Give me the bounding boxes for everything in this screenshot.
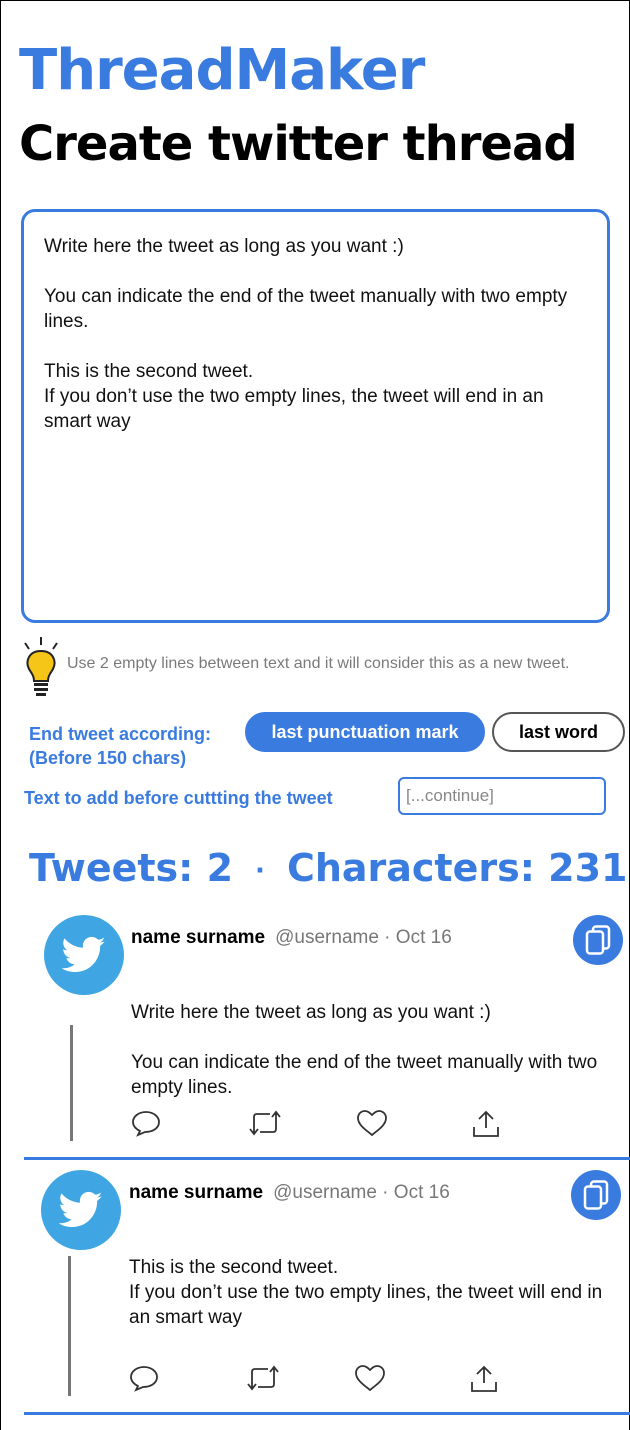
- tweet-count: Tweets: 2: [29, 846, 234, 890]
- tweet-meta: name surname @username · Oct 16: [129, 1182, 450, 1204]
- avatar: [44, 915, 124, 995]
- copy-button[interactable]: [573, 915, 623, 965]
- share-icon[interactable]: [469, 1364, 499, 1399]
- comment-icon[interactable]: [129, 1364, 159, 1397]
- tweet-editor[interactable]: Write here the tweet as long as you want…: [21, 209, 610, 623]
- app-title: ThreadMaker: [19, 38, 425, 103]
- hint: Use 2 empty lines between text and it wi…: [21, 637, 621, 697]
- tweet-meta: name surname @username · Oct 16: [131, 927, 452, 949]
- thread-line: [68, 1256, 71, 1396]
- tweet-handle: @username · Oct 16: [275, 927, 452, 948]
- copy-button[interactable]: [571, 1170, 621, 1220]
- avatar: [41, 1170, 121, 1250]
- end-tweet-label-line2: (Before 150 chars): [29, 748, 187, 768]
- prefix-input[interactable]: [398, 777, 606, 815]
- prefix-label: Text to add before cuttting the tweet: [24, 788, 333, 808]
- stats: Tweets: 2 · Characters: 231: [29, 844, 627, 895]
- thread-line: [70, 1025, 73, 1141]
- tweet-card: name surname @username · Oct 16 Write her…: [1, 915, 630, 1165]
- hint-text: Use 2 empty lines between text and it wi…: [67, 655, 570, 672]
- comment-icon[interactable]: [131, 1109, 161, 1142]
- end-tweet-label: End tweet according: (Before 150 chars): [29, 722, 244, 770]
- copy-icon: [585, 925, 611, 955]
- tweet-author-name: name surname: [129, 1182, 264, 1203]
- end-tweet-label-line1: End tweet according:: [29, 724, 212, 744]
- tweet-card: name surname @username · Oct 16 This is t…: [1, 1170, 630, 1425]
- option-last-word[interactable]: last word: [492, 712, 625, 752]
- heart-icon[interactable]: [356, 1109, 388, 1142]
- tweet-actions: [129, 1364, 529, 1394]
- character-count: Characters: 231: [286, 846, 628, 890]
- tweet-text: This is the second tweet. If you don’t u…: [129, 1257, 603, 1328]
- tweet-actions: [131, 1109, 531, 1139]
- lightbulb-icon: [21, 637, 61, 697]
- page: { "app": { "title": "ThreadMaker" }, "pa…: [0, 0, 630, 1430]
- retweet-icon[interactable]: [248, 1109, 282, 1142]
- tweet-handle: @username · Oct 16: [273, 1182, 450, 1203]
- tweet-divider: [24, 1157, 630, 1160]
- stats-separator: ·: [255, 855, 265, 886]
- tweet-author-name: name surname: [131, 927, 266, 948]
- tweet-text: Write here the tweet as long as you want…: [131, 1002, 598, 1098]
- twitter-bird-icon: [59, 1191, 103, 1228]
- page-title: Create twitter thread: [19, 116, 578, 172]
- retweet-icon[interactable]: [246, 1364, 280, 1397]
- option-last-punctuation-mark[interactable]: last punctuation mark: [245, 712, 485, 752]
- tweet-divider: [24, 1412, 630, 1415]
- share-icon[interactable]: [471, 1109, 501, 1144]
- heart-icon[interactable]: [354, 1364, 386, 1397]
- copy-icon: [583, 1180, 609, 1210]
- twitter-bird-icon: [62, 936, 106, 973]
